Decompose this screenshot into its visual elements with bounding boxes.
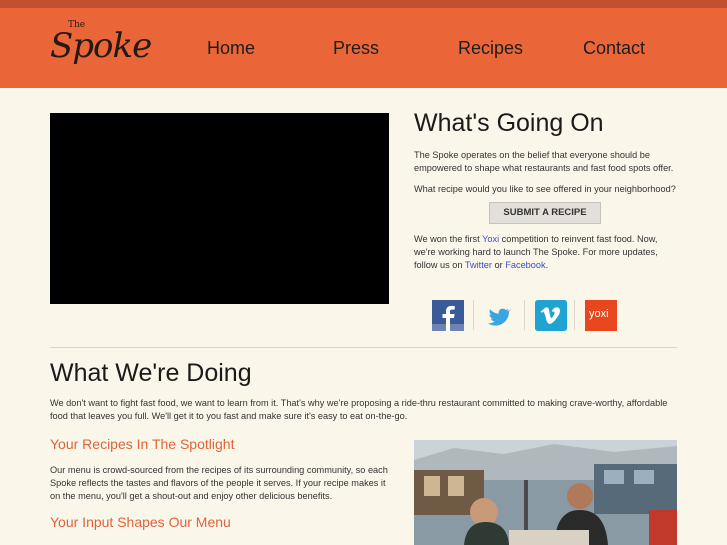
facebook-link[interactable]: Facebook <box>505 260 545 270</box>
yoxi-icon[interactable]: yoxi <box>585 300 617 331</box>
twitter-icon[interactable] <box>483 300 515 331</box>
updates-text-3: or <box>491 260 506 270</box>
spotlight-text: Our menu is crowd-sourced from the recip… <box>50 465 388 501</box>
updates-text-4: . <box>545 260 549 270</box>
going-intro: The Spoke operates on the belief that ev… <box>414 150 674 173</box>
submit-recipe-button[interactable]: SUBMIT A RECIPE <box>489 202 601 224</box>
nav-contact[interactable]: Contact <box>583 38 645 59</box>
nav-home[interactable]: Home <box>207 38 255 59</box>
yoxi-link[interactable]: Yoxi <box>482 234 499 244</box>
vimeo-icon[interactable] <box>535 300 567 331</box>
facebook-icon[interactable] <box>432 300 464 331</box>
people-eating-photo <box>414 440 677 545</box>
what-were-doing-heading: What We're Doing <box>50 359 252 387</box>
site-header: The Spoke Home Press Recipes Contact <box>0 8 727 88</box>
nav-press[interactable]: Press <box>333 38 379 59</box>
yoxi-icon-label: yoxi <box>589 308 609 320</box>
spotlight-heading: Your Recipes In The Spotlight <box>50 436 235 452</box>
social-divider <box>574 300 575 330</box>
section-divider <box>50 347 677 348</box>
social-divider <box>473 300 474 330</box>
nav-recipes[interactable]: Recipes <box>458 38 523 59</box>
whats-going-on-heading: What's Going On <box>414 109 604 137</box>
input-heading: Your Input Shapes Our Menu <box>50 514 231 530</box>
twitter-link[interactable]: Twitter <box>465 260 492 270</box>
spoke-logo[interactable]: The Spoke <box>50 20 152 78</box>
going-updates: We won the first Yoxi competition to rei… <box>414 233 680 272</box>
social-divider <box>524 300 525 330</box>
updates-text-1: We won the first <box>414 234 483 244</box>
logo-spoke: Spoke <box>50 26 152 66</box>
top-strip <box>0 0 727 8</box>
doing-intro: We don't want to fight fast food, we wan… <box>50 398 668 421</box>
going-question: What recipe would you like to see offere… <box>414 184 676 194</box>
video-player[interactable] <box>50 113 389 304</box>
